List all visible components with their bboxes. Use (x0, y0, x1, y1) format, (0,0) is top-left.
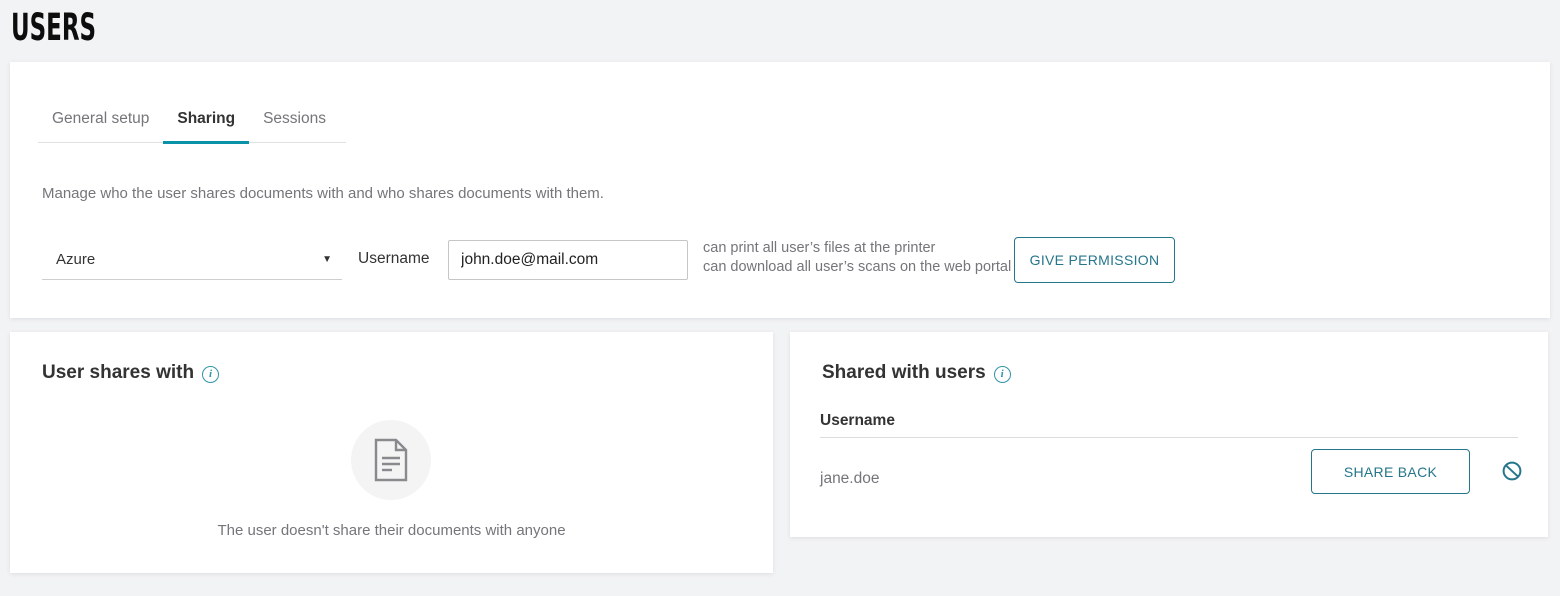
table-row: jane.doe SHARE BACK (790, 438, 1548, 526)
username-label: Username (358, 250, 430, 268)
permission-note-line: can download all user’s scans on the web… (703, 258, 1011, 277)
give-permission-button[interactable]: GIVE PERMISSION (1014, 237, 1175, 283)
sharing-description: Manage who the user shares documents wit… (42, 185, 604, 202)
empty-state-circle (351, 420, 431, 500)
identity-provider-select[interactable]: Azure ▼ (42, 240, 342, 280)
tab-sharing[interactable]: Sharing (163, 100, 249, 144)
user-shares-with-title: User shares with (42, 362, 194, 384)
tab-sessions[interactable]: Sessions (249, 100, 340, 144)
username-input[interactable] (448, 240, 688, 280)
document-icon (373, 438, 409, 482)
user-shares-with-heading: User shares with i (42, 362, 219, 384)
tab-general-setup[interactable]: General setup (38, 100, 163, 144)
username-column-header: Username (820, 412, 895, 430)
shared-user-name: jane.doe (820, 470, 879, 488)
info-icon[interactable]: i (994, 366, 1011, 383)
sharing-settings-panel: General setup Sharing Sessions Manage wh… (10, 62, 1550, 318)
page-title: USERS (11, 6, 96, 49)
identity-provider-value: Azure (56, 251, 95, 268)
chevron-down-icon: ▼ (322, 254, 332, 265)
info-icon[interactable]: i (202, 366, 219, 383)
user-shares-with-panel: User shares with i The user doesn't shar… (10, 332, 773, 573)
shared-with-users-panel: Shared with users i Username jane.doe SH… (790, 332, 1548, 537)
permission-note-line: can print all user’s files at the printe… (703, 239, 1011, 258)
shared-with-users-title: Shared with users (822, 362, 986, 384)
empty-state-message: The user doesn't share their documents w… (10, 522, 773, 539)
tab-bar: General setup Sharing Sessions (38, 100, 346, 143)
revoke-share-icon[interactable] (1502, 461, 1522, 481)
permission-notes: can print all user’s files at the printe… (703, 239, 1011, 277)
shared-with-users-heading: Shared with users i (822, 362, 1011, 384)
share-back-button[interactable]: SHARE BACK (1311, 449, 1470, 494)
